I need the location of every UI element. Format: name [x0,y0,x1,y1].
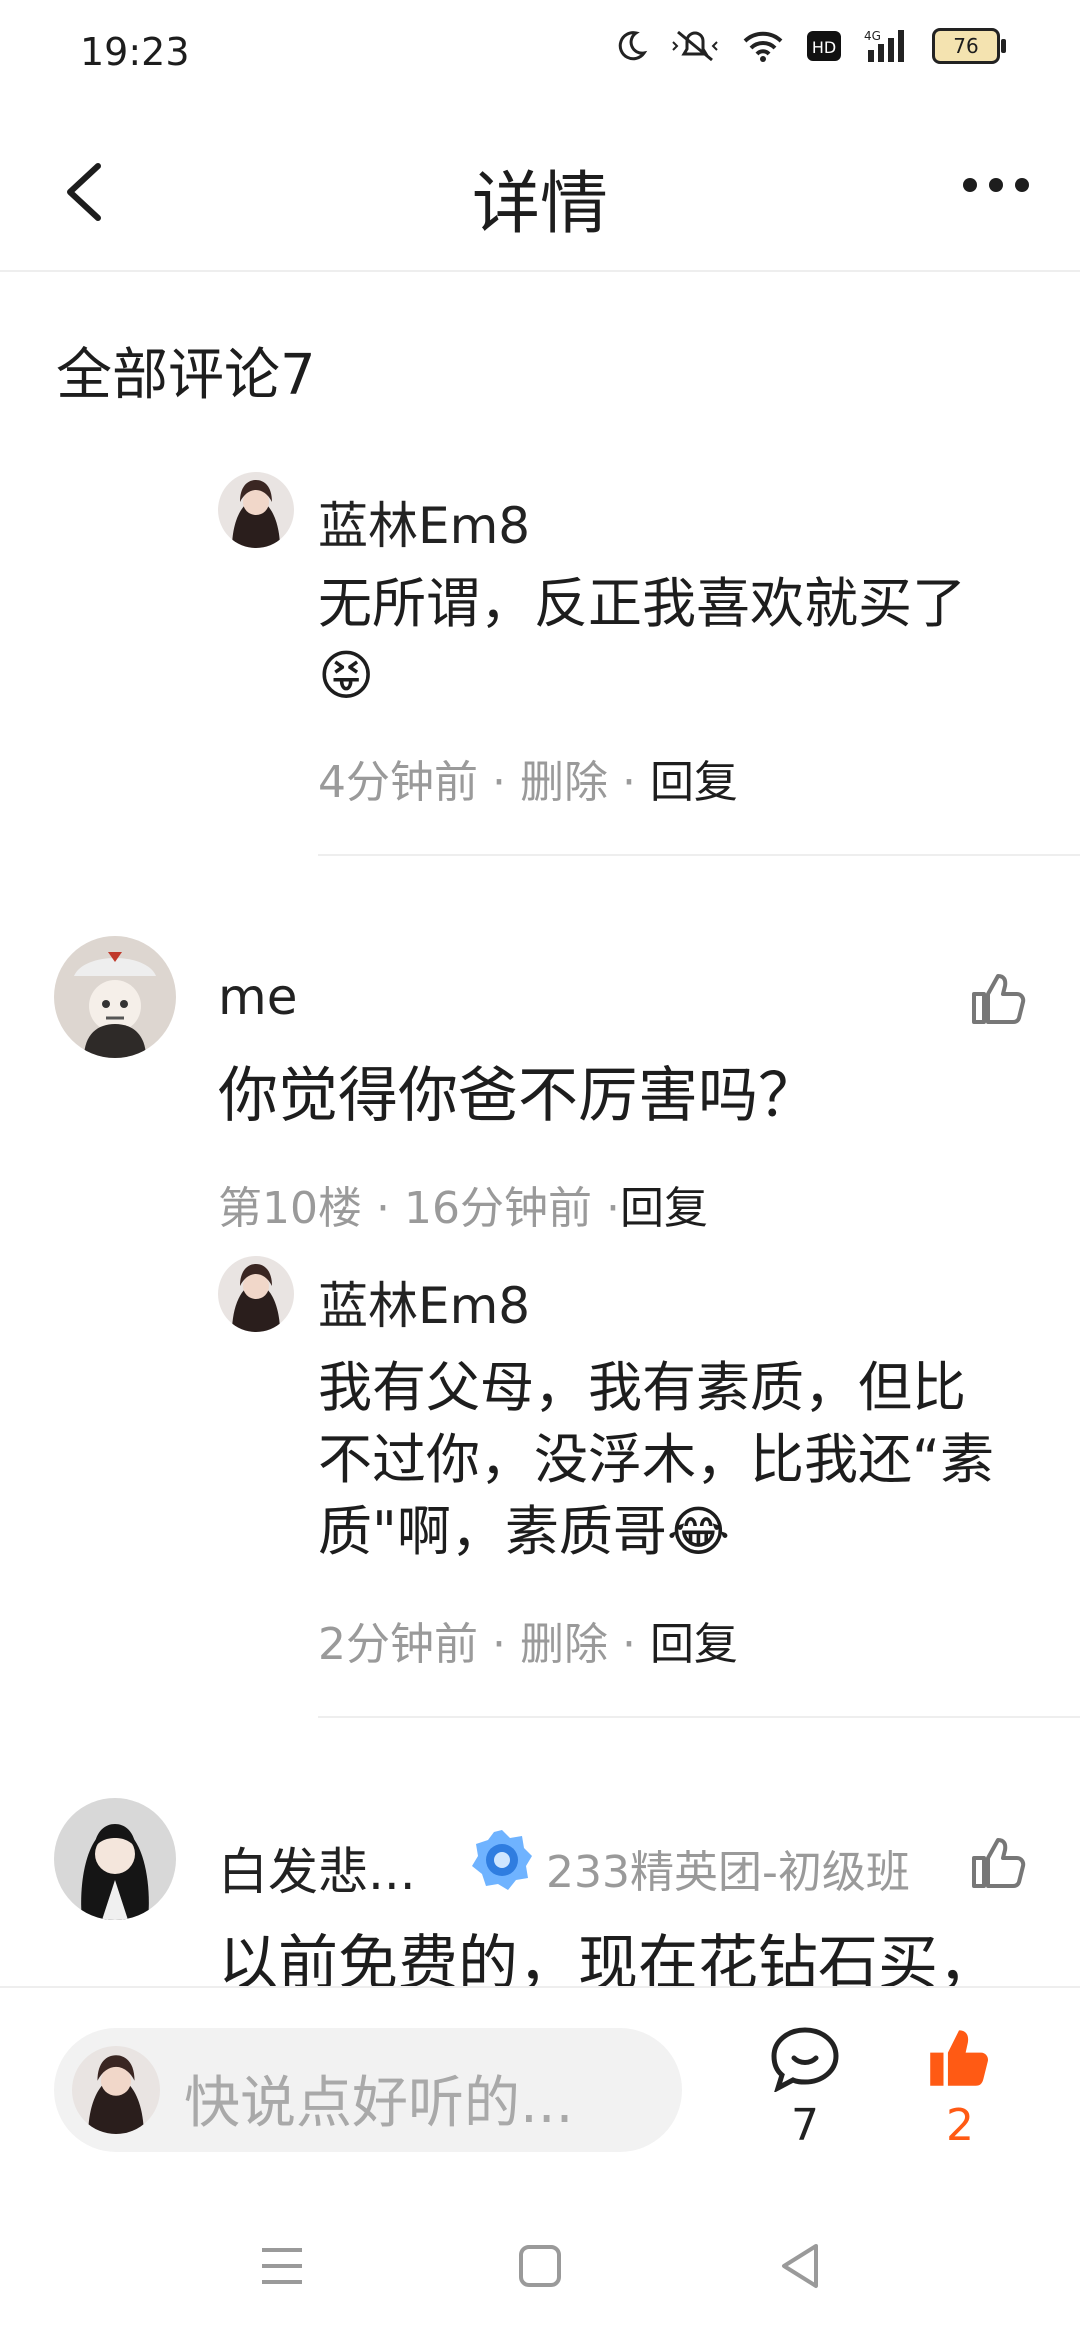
comment-author[interactable]: 白发悲... [218,1832,416,1904]
home-icon[interactable] [518,2244,562,2288]
like-count: 2 [946,2100,974,2151]
avatar [72,2046,160,2134]
divider [318,1716,1080,1718]
reply-link[interactable]: 回复 [620,1183,708,1234]
back-triangle-icon[interactable] [778,2242,822,2290]
comment-time: 16分钟前 [403,1183,592,1234]
status-icons: HD 4G 76 [614,28,1006,64]
input-placeholder: 快说点好听的... [184,2071,574,2136]
thumbs-up-icon[interactable] [970,1834,1026,1890]
mute-bell-icon [672,30,718,62]
comment-time: 2分钟前 [318,1619,478,1670]
signal-4g-icon: 4G [864,29,904,62]
delete-link[interactable]: 删除 [520,757,608,808]
comment-time: 4分钟前 [318,757,478,808]
reply-text: 我有父母，我有素质，但比 不过你，没浮木，比我还“素 质"啊，素质哥😂 [318,1352,1018,1568]
comment-text: 你觉得你爸不厉害吗？ [218,1061,818,1131]
svg-text:4G: 4G [864,29,881,43]
reply-text-line: 不过你，没浮木，比我还“素 [318,1428,994,1491]
battery-indicator: 76 [932,28,1006,64]
header-bar: 详情 [0,100,1080,272]
thumbs-up-filled-icon[interactable] [926,2026,992,2088]
member-badge: 233精英团-初级班 [546,1847,910,1898]
avatar[interactable] [54,936,176,1058]
comment-bubble-icon[interactable] [770,2026,840,2092]
comment-input[interactable]: 快说点好听的... [54,2028,682,2152]
moon-icon [618,31,648,61]
comment-author[interactable]: 蓝林Em8 [318,486,530,558]
comment-text-line: 无所谓，反正我喜欢就买了 [318,572,966,635]
thumbs-up-icon[interactable] [970,970,1026,1026]
reply-link[interactable]: 回复 [650,1619,738,1670]
comment-meta: 4分钟前 · 删除 · 回复 [318,757,738,808]
emoji: 😝 [318,644,375,707]
system-nav-bar [0,2196,1080,2340]
hd-icon: HD [807,31,841,61]
avatar[interactable] [218,472,294,548]
status-time: 19:23 [80,30,190,74]
comment-meta: 第10楼 · 16分钟前 ·回复 [218,1183,708,1234]
badge-icon [472,1830,532,1890]
svg-text:HD: HD [812,38,836,57]
floor-number: 第10楼 [218,1183,362,1234]
section-title: 全部评论7 [56,343,316,408]
reply-text-line: 我有父母，我有素质，但比 [318,1356,966,1419]
reply-text-line: 质"啊，素质哥 [318,1500,667,1563]
emoji: 😂 [666,1500,730,1563]
comment-author[interactable]: me [218,968,297,1026]
reply-author[interactable]: 蓝林Em8 [318,1266,530,1338]
reply-meta: 2分钟前 · 删除 · 回复 [318,1619,738,1670]
menu-icon[interactable] [258,2244,306,2288]
reply-link[interactable]: 回复 [650,757,738,808]
divider [318,854,1080,856]
comment-text: 无所谓，反正我喜欢就买了 😝 [318,568,998,712]
avatar[interactable] [218,1256,294,1332]
bottom-action-bar: 快说点好听的... 7 2 [0,1986,1080,2198]
page-title: 详情 [471,165,608,244]
comment-count: 7 [791,2100,819,2151]
wifi-icon [743,31,783,62]
avatar[interactable] [54,1798,176,1920]
more-options-icon[interactable] [960,175,1032,195]
delete-link[interactable]: 删除 [520,1619,608,1670]
